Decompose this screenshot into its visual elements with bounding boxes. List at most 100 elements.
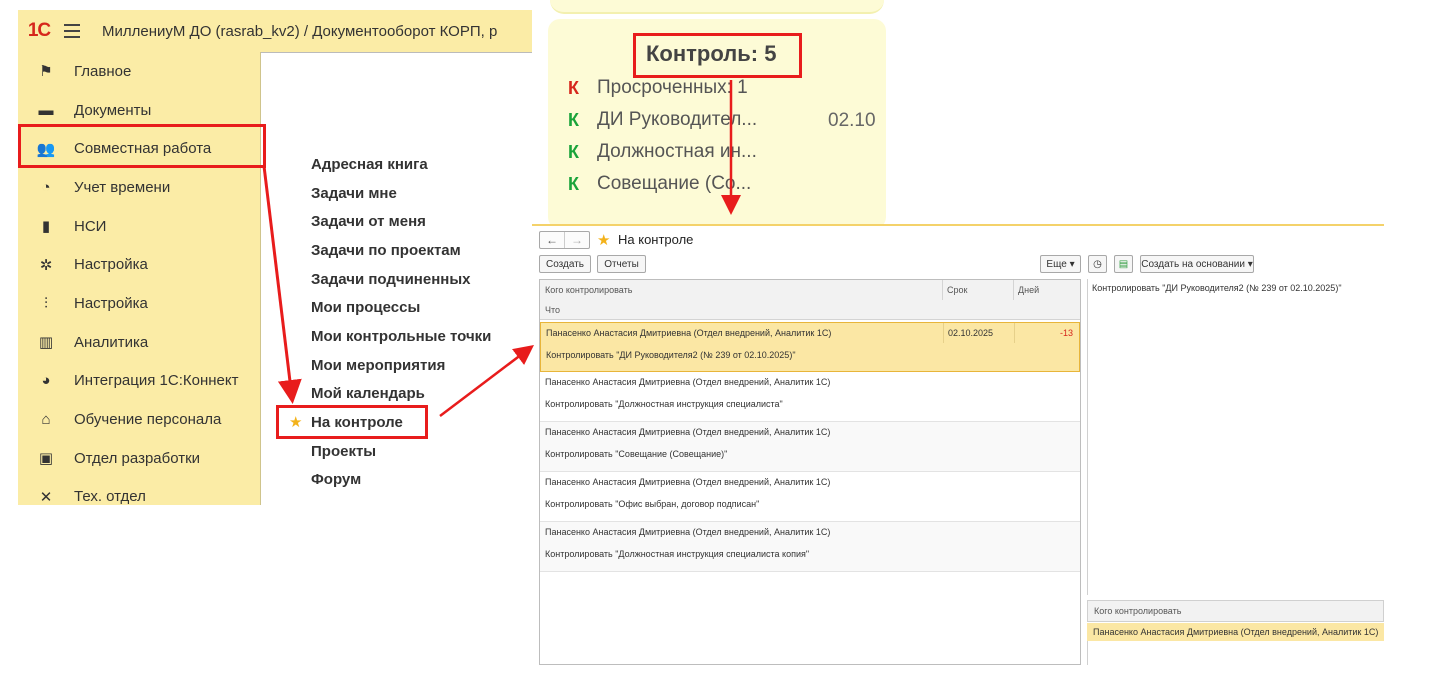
create-based-on-label: Создать на основании [1141, 258, 1245, 270]
sidebar-item-time-tracking[interactable]: ◔ Учет времени [18, 168, 260, 207]
highlight-control-title [633, 33, 802, 78]
column-header-what[interactable]: Что [540, 300, 560, 320]
table-row[interactable]: Панасенко Анастасия Дмитриевна (Отдел вн… [540, 422, 1080, 472]
logo-1c: 1С [27, 20, 51, 41]
sidebar-item-label: Главное [74, 62, 132, 80]
sidebar-item-nsi[interactable]: ▮ НСИ [18, 207, 260, 246]
cell-what: Контролировать "Должностная инструкция с… [545, 399, 783, 409]
create-button[interactable]: Создать [539, 255, 591, 273]
table-header: Кого контролировать Срок Дней Что [540, 280, 1080, 320]
sidebar-item-label: Обучение персонала [74, 411, 222, 429]
sidebar-item-label: Отдел разработки [74, 449, 201, 467]
widget-row-item[interactable]: К ДИ Руководител... [568, 106, 757, 134]
bar-chart-icon: ▥ [38, 334, 54, 352]
export-excel-icon[interactable]: ▤ [1114, 255, 1133, 273]
sidebar-item-label: Учет времени [74, 178, 171, 196]
sidebar-item-label: Настройка [74, 294, 148, 312]
cell-what: Контролировать "Совещание (Совещание)" [545, 449, 728, 459]
cell-who: Панасенко Анастасия Дмитриевна (Отдел вн… [545, 377, 831, 387]
back-arrow-icon[interactable]: ← [540, 232, 564, 248]
control-table[interactable]: Кого контролировать Срок Дней Что Панасе… [539, 279, 1081, 665]
clock-icon: ◔ [41, 178, 51, 196]
cell-who: Панасенко Анастасия Дмитриевна (Отдел вн… [545, 427, 831, 437]
folder-icon: ▬ [38, 101, 54, 119]
sidebar-item-connect[interactable]: ◕ Интеграция 1С:Коннект [18, 362, 260, 401]
sidebar-item-training[interactable]: ⌂ Обучение персонала [18, 400, 260, 439]
cell-what: Контролировать "ДИ Руководителя2 (№ 239 … [546, 350, 796, 360]
nav-buttons: ← → [539, 231, 590, 249]
sidebar-item-label: Документы [74, 101, 152, 119]
submenu-item-project-tasks[interactable]: Задачи по проектам [311, 236, 531, 265]
forward-arrow-icon[interactable]: → [564, 232, 589, 248]
widget-above [550, 0, 884, 14]
control-mark-icon: К [568, 77, 579, 98]
history-clock-icon[interactable]: ◷ [1088, 255, 1107, 273]
submenu-item-events[interactable]: Мои мероприятия [311, 351, 531, 380]
form-title: На контроле [618, 232, 694, 247]
cell-deadline: 02.10.2025 [948, 328, 994, 338]
widget-row-item[interactable]: К Должностная ин... [568, 138, 757, 166]
widget-row-item[interactable]: К Совещание (Со... [568, 170, 751, 198]
sidebar-item-settings-2[interactable]: ⫶ Настройка [18, 284, 260, 323]
side-table-body [1087, 641, 1384, 665]
sidebar-item-label: Аналитика [74, 333, 149, 351]
column-header-who[interactable]: Кого контролировать [540, 280, 632, 300]
more-button-label: Еще [1046, 258, 1067, 270]
control-mark-icon: К [568, 141, 579, 162]
table-row[interactable]: Панасенко Анастасия Дмитриевна (Отдел вн… [540, 522, 1080, 572]
preview-text: Контролировать "ДИ Руководителя2 (№ 239 … [1092, 283, 1342, 293]
widget-row-text: ДИ Руководител... [597, 109, 758, 130]
cell-what: Контролировать "Должностная инструкция с… [545, 549, 810, 559]
app-title: МиллениуМ ДО (rasrab_kv2) / Документообо… [102, 22, 498, 40]
submenu-item-address-book[interactable]: Адресная книга [311, 150, 531, 179]
control-mark-icon: К [568, 173, 579, 194]
tools-icon: ✕ [39, 488, 53, 506]
graduation-icon: ⌂ [41, 411, 51, 429]
cell-days: -13 [1059, 328, 1073, 338]
reports-button[interactable]: Отчеты [597, 255, 646, 273]
sidebar-item-analytics[interactable]: ▥ Аналитика [18, 323, 260, 362]
sidebar-item-dev-dept[interactable]: ▣ Отдел разработки [18, 439, 260, 478]
cell-who: Панасенко Анастасия Дмитриевна (Отдел вн… [545, 527, 831, 537]
submenu-list: Адресная книга Задачи мне Задачи от меня… [311, 150, 531, 494]
favorite-star-icon[interactable]: ★ [597, 231, 610, 249]
widget-row-text: Должностная ин... [597, 141, 757, 162]
submenu-item-checkpoints[interactable]: Мои контрольные точки [311, 322, 531, 351]
side-table-header[interactable]: Кого контролировать [1087, 600, 1384, 622]
flag-icon: ⚑ [39, 63, 53, 81]
preview-panel: Контролировать "ДИ Руководителя2 (№ 239 … [1087, 279, 1384, 595]
table-row[interactable]: Панасенко Анастасия Дмитриевна (Отдел вн… [540, 372, 1080, 422]
table-row[interactable]: Панасенко Анастасия Дмитриевна (Отдел вн… [540, 472, 1080, 522]
chevron-down-icon: ▾ [1247, 258, 1253, 270]
book-icon: ▮ [41, 218, 51, 236]
side-table-row[interactable]: Панасенко Анастасия Дмитриевна (Отдел вн… [1087, 623, 1384, 641]
menu-icon[interactable] [60, 10, 88, 52]
submenu-item-my-processes[interactable]: Мои процессы [311, 293, 531, 322]
sidebar-item-settings[interactable]: ✲ Настройка [18, 245, 260, 284]
submenu-item-projects[interactable]: Проекты [311, 437, 531, 466]
sidebar-item-label: Тех. отдел [74, 488, 146, 506]
submenu-item-subordinate-tasks[interactable]: Задачи подчиненных [311, 265, 531, 294]
more-button[interactable]: Еще ▾ [1040, 255, 1081, 273]
submenu-item-forum[interactable]: Форум [311, 466, 531, 495]
column-header-days[interactable]: Дней [1013, 280, 1039, 300]
submenu-item-calendar[interactable]: Мой календарь [311, 380, 531, 409]
widget-row-text: Просроченных: 1 [597, 77, 748, 98]
sidebar-item-label: НСИ [74, 217, 107, 235]
submenu-item-tasks-to-me[interactable]: Задачи мне [311, 179, 531, 208]
widget-row-overdue[interactable]: К Просроченных: 1 [568, 74, 748, 102]
highlight-collaboration [18, 124, 266, 168]
control-mark-icon: К [568, 109, 579, 130]
create-based-on-button[interactable]: Создать на основании ▾ [1140, 255, 1254, 273]
table-row-selected[interactable]: Панасенко Анастасия Дмитриевна (Отдел вн… [540, 322, 1080, 372]
connect-icon: ◕ [41, 372, 51, 390]
sliders-icon: ⫶ [44, 294, 48, 312]
submenu-item-tasks-from-me[interactable]: Задачи от меня [311, 207, 531, 236]
app-header: 1С МиллениуМ ДО (rasrab_kv2) / Документо… [18, 10, 532, 52]
sidebar-item-main[interactable]: ⚑ Главное [18, 52, 260, 91]
sidebar-item-label: Интеграция 1С:Коннект [74, 372, 239, 390]
sidebar-item-tech-dept[interactable]: ✕ Тех. отдел [18, 478, 260, 517]
cell-who: Панасенко Анастасия Дмитриевна (Отдел вн… [546, 328, 832, 338]
highlight-on-control [276, 405, 428, 439]
column-header-deadline[interactable]: Срок [942, 280, 967, 300]
